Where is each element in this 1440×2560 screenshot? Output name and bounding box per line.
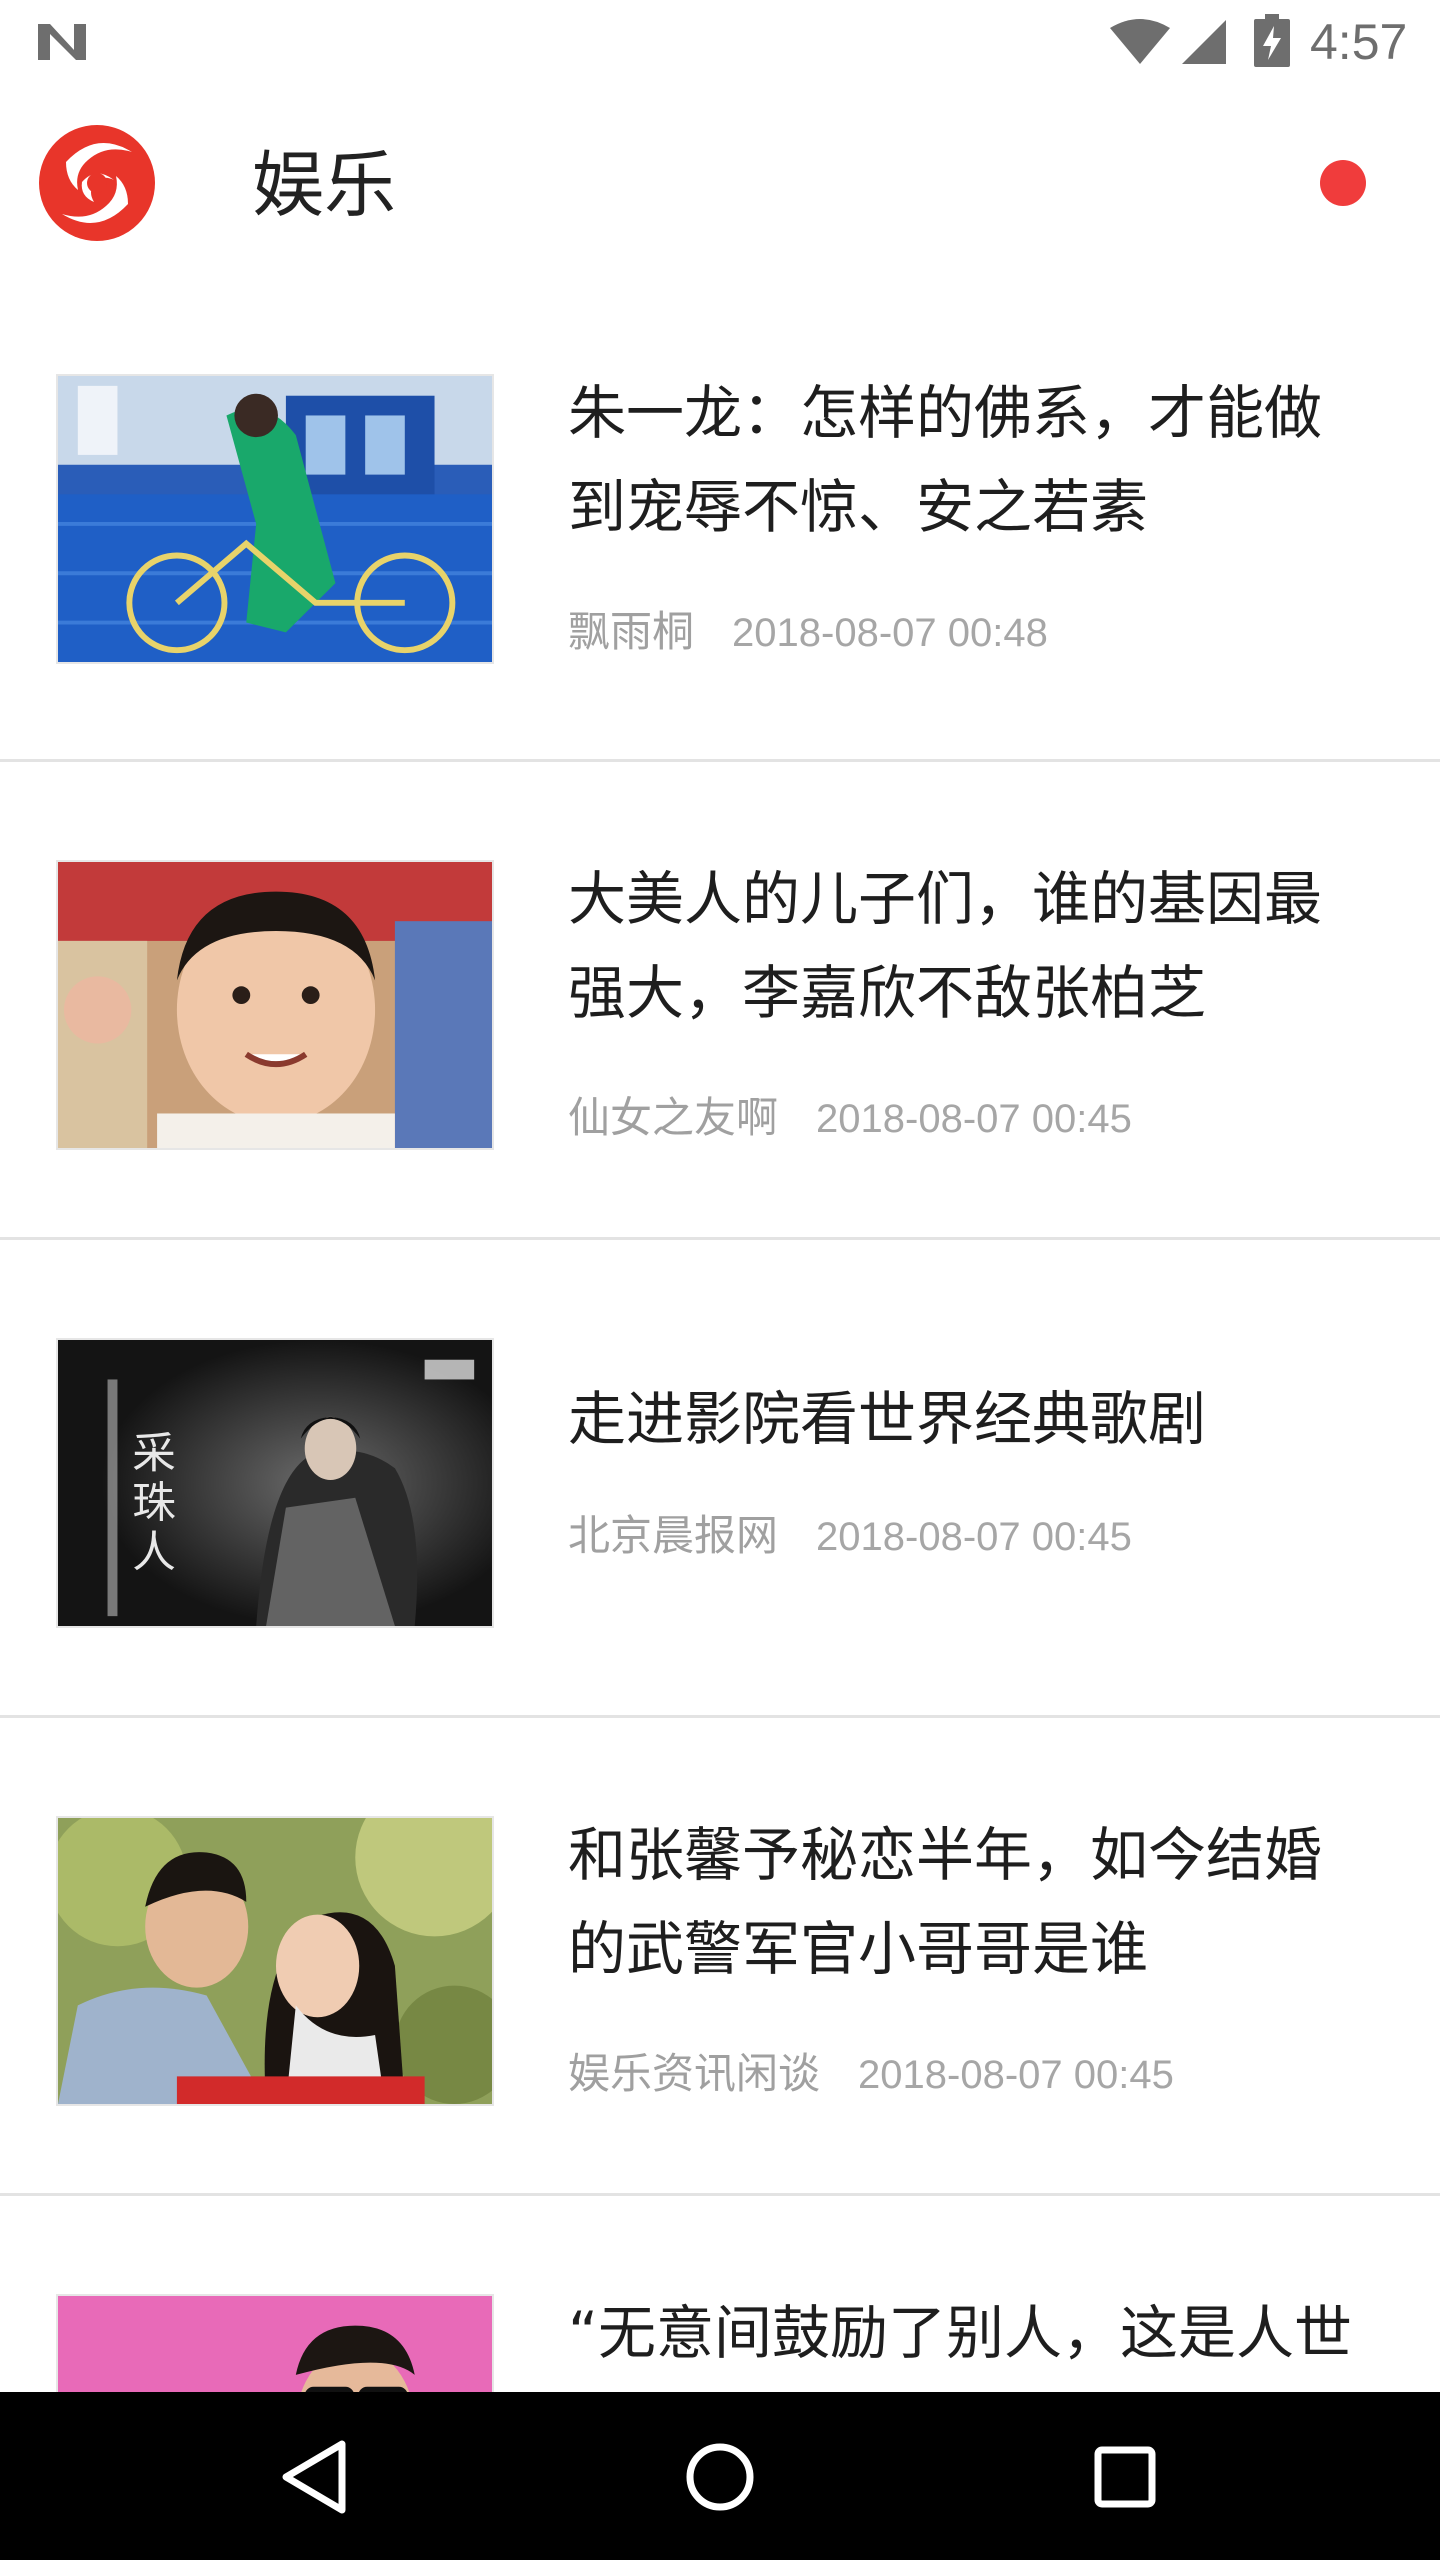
page-title: 娱乐 xyxy=(252,143,397,227)
article-card[interactable]: 采 珠 人 走进影院看世界经典歌剧 北京晨报网 2018-08-07 00:45 xyxy=(0,1240,1440,1718)
status-time: 4:57 xyxy=(1310,14,1408,70)
article-card[interactable]: 朱一龙：怎样的佛系，才能做到宠辱不惊、安之若素 飘雨桐 2018-08-07 00… xyxy=(0,284,1440,762)
cell-signal-icon xyxy=(1182,20,1226,64)
article-thumbnail xyxy=(56,1816,494,2106)
svg-text:人: 人 xyxy=(132,1528,176,1578)
article-meta: 北京晨报网 2018-08-07 00:45 xyxy=(568,1510,1132,1563)
system-nav-bar xyxy=(0,2392,1440,2560)
article-thumbnail xyxy=(56,2294,494,2392)
article-source: 北京晨报网 xyxy=(568,1511,779,1560)
article-meta: 飘雨桐 2018-08-07 00:48 xyxy=(568,606,1048,659)
article-time: 2018-08-07 00:48 xyxy=(732,611,1048,655)
article-title[interactable]: “无意间鼓励了别人，这是人世 xyxy=(568,2286,1378,2380)
battery-charging-icon xyxy=(1254,14,1290,67)
article-card[interactable]: “无意间鼓励了别人，这是人世 xyxy=(0,2196,1440,2392)
home-circle-icon[interactable] xyxy=(675,2432,765,2522)
article-title[interactable]: 和张馨予秘恋半年，如今结婚的武警军官小哥哥是谁 xyxy=(568,1808,1378,1996)
svg-text:珠: 珠 xyxy=(132,1479,176,1529)
article-card[interactable]: 和张馨予秘恋半年，如今结婚的武警军官小哥哥是谁 娱乐资讯闲谈 2018-08-07… xyxy=(0,1718,1440,2196)
recents-square-icon[interactable] xyxy=(1080,2432,1170,2522)
phoenix-logo-icon[interactable] xyxy=(36,122,158,244)
article-title[interactable]: 朱一龙：怎样的佛系，才能做到宠辱不惊、安之若素 xyxy=(568,366,1378,554)
status-bar: 4:57 xyxy=(0,0,1440,84)
notification-dot[interactable] xyxy=(1320,160,1366,206)
svg-text:采: 采 xyxy=(132,1429,176,1479)
article-thumbnail xyxy=(56,860,494,1150)
article-source: 仙女之友啊 xyxy=(568,1093,779,1142)
article-thumbnail: 采 珠 人 xyxy=(56,1338,494,1628)
article-meta: 仙女之友啊 2018-08-07 00:45 xyxy=(568,1092,1132,1145)
article-meta: 娱乐资讯闲谈 2018-08-07 00:45 xyxy=(568,2048,1174,2101)
article-source: 娱乐资讯闲谈 xyxy=(568,2049,821,2098)
article-title[interactable]: 走进影院看世界经典歌剧 xyxy=(568,1372,1378,1466)
article-card[interactable]: 大美人的儿子们，谁的基因最强大，李嘉欣不敌张柏芝 仙女之友啊 2018-08-07… xyxy=(0,762,1440,1240)
article-time: 2018-08-07 00:45 xyxy=(816,1097,1132,1141)
app-header: 娱乐 xyxy=(0,84,1440,284)
article-time: 2018-08-07 00:45 xyxy=(816,1515,1132,1559)
wifi-icon xyxy=(1110,19,1170,64)
article-source: 飘雨桐 xyxy=(568,607,695,656)
n-logo-icon xyxy=(38,24,86,60)
back-triangle-icon[interactable] xyxy=(272,2432,362,2522)
article-time: 2018-08-07 00:45 xyxy=(858,2053,1174,2097)
article-thumbnail xyxy=(56,374,494,664)
news-feed[interactable]: 朱一龙：怎样的佛系，才能做到宠辱不惊、安之若素 飘雨桐 2018-08-07 00… xyxy=(0,284,1440,2392)
article-title[interactable]: 大美人的儿子们，谁的基因最强大，李嘉欣不敌张柏芝 xyxy=(568,852,1378,1040)
